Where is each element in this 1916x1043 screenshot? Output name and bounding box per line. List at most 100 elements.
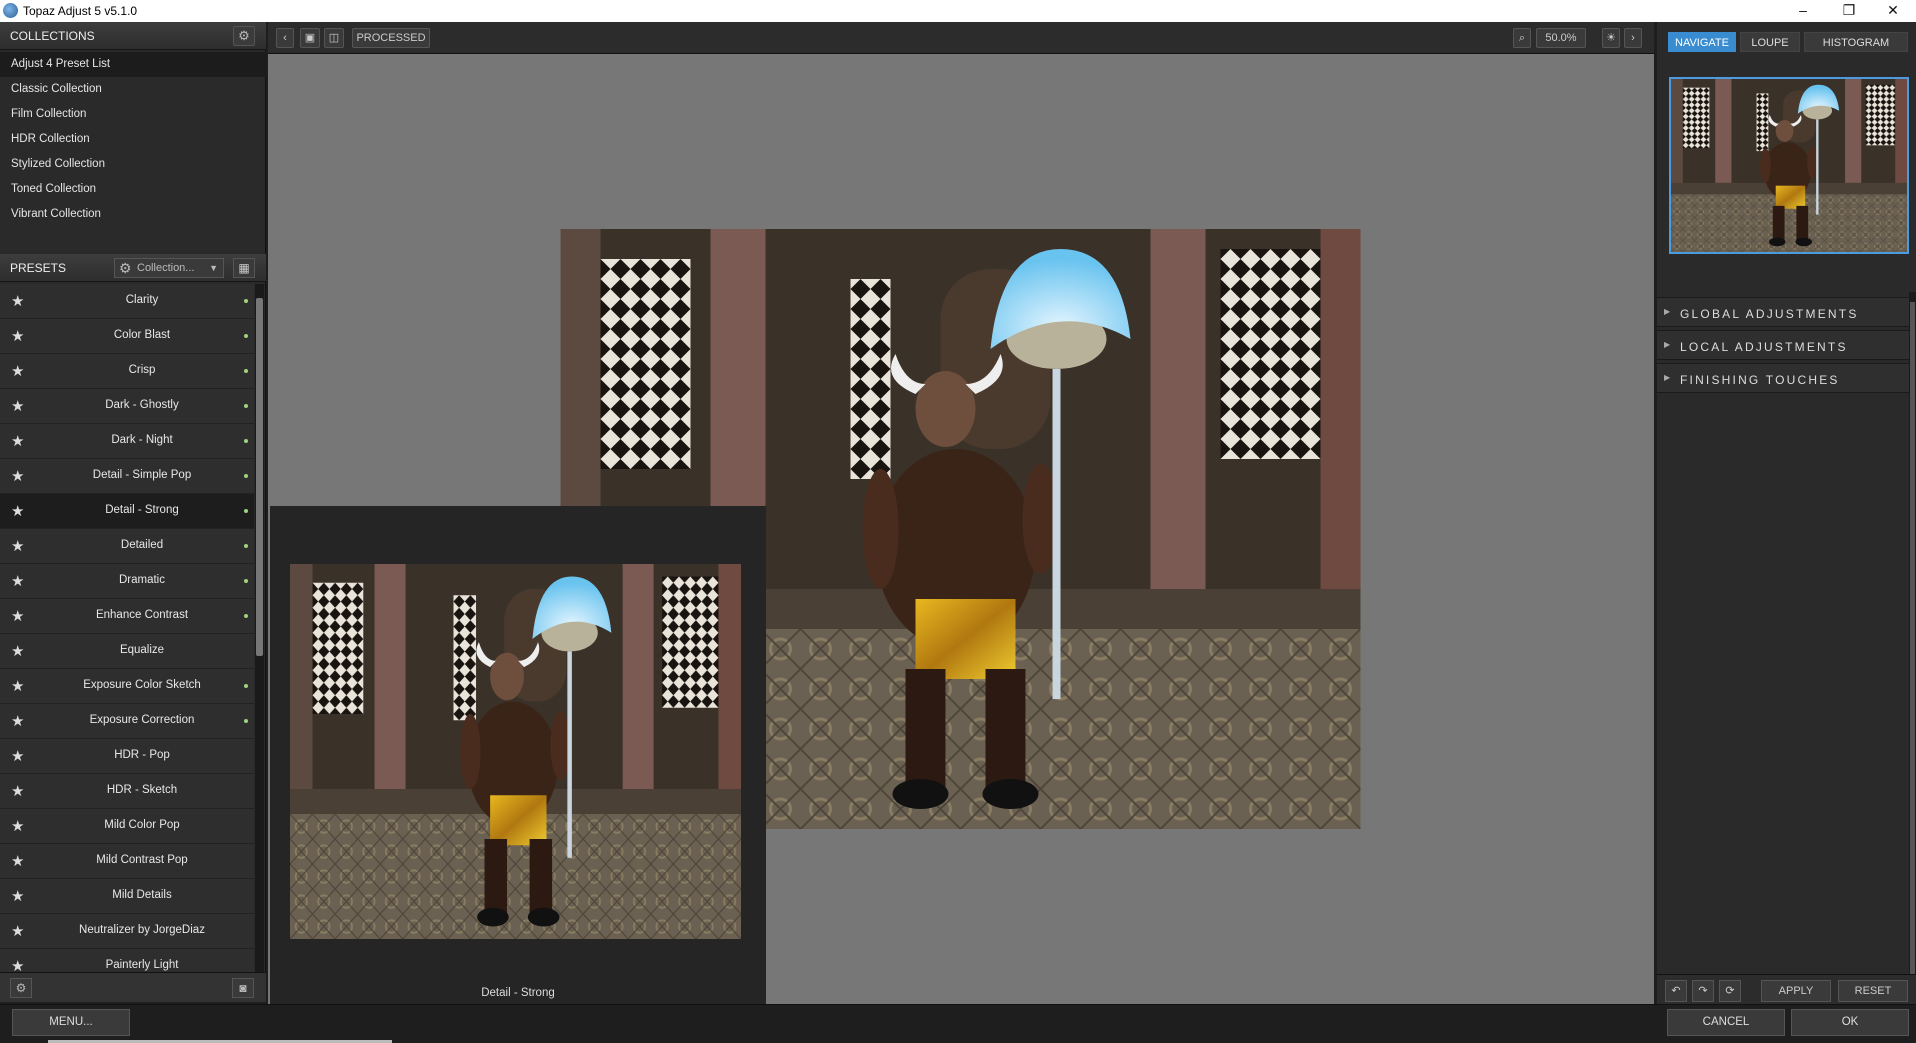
preset-item[interactable]: ★ Dark - Ghostly [0,389,254,424]
preset-item[interactable]: ★ Detail - Strong [0,494,254,529]
preset-item[interactable]: ★ Neutralizer by JorgeDiaz [0,914,254,949]
preset-item[interactable]: ★ HDR - Sketch [0,774,254,809]
preset-label: Exposure Color Sketch [83,679,201,691]
collapse-right-button[interactable]: › [1624,28,1642,48]
star-icon[interactable]: ★ [11,922,24,940]
section-finishing-touches[interactable]: ▶ FINISHING TOUCHES [1657,363,1909,393]
collections-settings-button[interactable]: ⚙ [233,26,255,46]
presets-title: PRESETS [10,261,67,275]
status-dot [244,404,248,408]
restore-button[interactable]: ❐ [1826,0,1872,22]
status-dot [244,544,248,548]
preset-item[interactable]: ★ Enhance Contrast [0,599,254,634]
star-icon[interactable]: ★ [11,817,24,835]
minimize-button[interactable]: – [1780,0,1826,22]
redo-button[interactable]: ↷ [1692,980,1714,1002]
preset-label: Mild Color Pop [104,819,180,831]
star-icon[interactable]: ★ [11,397,24,415]
preset-item[interactable]: ★ Clarity [0,284,254,319]
preset-label: Detail - Strong [105,504,179,516]
star-icon[interactable]: ★ [11,572,24,590]
scrollbar-thumb[interactable] [1910,302,1915,974]
undo-button[interactable]: ↶ [1665,980,1687,1002]
preset-item[interactable]: ★ Mild Contrast Pop [0,844,254,879]
collection-item-stylized[interactable]: Stylized Collection [0,152,266,177]
navigator-thumbnail[interactable] [1669,77,1909,254]
left-panel: COLLECTIONS ⚙ Adjust 4 Preset List Class… [0,22,266,1002]
cancel-button[interactable]: CANCEL [1667,1009,1785,1036]
collection-item-hdr[interactable]: HDR Collection [0,127,266,152]
status-dot [244,474,248,478]
preset-item[interactable]: ★ Exposure Color Sketch [0,669,254,704]
snapshot-button[interactable]: ◙ [232,978,254,998]
collection-item-toned[interactable]: Toned Collection [0,177,266,202]
tab-loupe[interactable]: LOUPE [1740,32,1800,52]
preset-scrollbar[interactable] [255,284,264,990]
single-view-button[interactable]: ▣ [300,28,320,48]
preset-item[interactable]: ★ Color Blast [0,319,254,354]
star-icon[interactable]: ★ [11,887,24,905]
collapse-left-button[interactable]: ‹ [276,28,294,48]
search-icon: ⌕ [1518,32,1526,44]
processed-toggle[interactable]: PROCESSED [352,28,430,48]
collections-header: COLLECTIONS ⚙ [0,22,266,50]
triangle-right-icon: ▶ [1664,340,1671,349]
zoom-level[interactable]: 50.0% [1536,28,1586,48]
title-bar: Topaz Adjust 5 v5.1.0 – ❐ ✕ [0,0,1916,22]
preset-item[interactable]: ★ Detailed [0,529,254,564]
gear-icon: ⚙ [119,260,132,276]
star-icon[interactable]: ★ [11,677,24,695]
star-icon[interactable]: ★ [11,607,24,625]
tab-histogram[interactable]: HISTOGRAM [1804,32,1908,52]
star-icon[interactable]: ★ [11,852,24,870]
preset-item[interactable]: ★ HDR - Pop [0,739,254,774]
close-button[interactable]: ✕ [1870,0,1916,22]
collection-item-classic[interactable]: Classic Collection [0,77,266,102]
history-button[interactable]: ⟳ [1719,980,1741,1002]
collection-item-vibrant[interactable]: Vibrant Collection [0,202,266,227]
preset-preview-panel: Detail - Strong [270,506,766,1004]
collection-dropdown[interactable]: ⚙ Collection... ▼ [114,258,224,278]
star-icon[interactable]: ★ [11,432,24,450]
preset-item[interactable]: ★ Detail - Simple Pop [0,459,254,494]
star-icon[interactable]: ★ [11,642,24,660]
redo-icon: ↷ [1698,985,1708,997]
grid-view-button[interactable]: ▦ [233,258,255,278]
star-icon[interactable]: ★ [11,747,24,765]
star-icon[interactable]: ★ [11,502,24,520]
preset-preview-image [290,564,741,939]
preset-item[interactable]: ★ Exposure Correction [0,704,254,739]
bulb-button[interactable]: ☀ [1602,28,1620,48]
section-label: GLOBAL ADJUSTMENTS [1680,307,1859,321]
menu-button[interactable]: MENU... [12,1009,130,1036]
collection-item-adjust4[interactable]: Adjust 4 Preset List [0,52,266,77]
zoom-button[interactable]: ⌕ [1513,28,1531,48]
section-global-adjustments[interactable]: ▶ GLOBAL ADJUSTMENTS [1657,297,1909,327]
star-icon[interactable]: ★ [11,782,24,800]
preset-list: ★ Clarity ★ Color Blast ★ Crisp ★ Dark - Ghostl… [0,284,254,990]
preset-item[interactable]: ★ Crisp [0,354,254,389]
reset-button[interactable]: RESET [1838,980,1908,1002]
preset-item[interactable]: ★ Mild Details [0,879,254,914]
right-scrollbar[interactable] [1909,292,1916,992]
star-icon[interactable]: ★ [11,362,24,380]
apply-button[interactable]: APPLY [1761,980,1831,1002]
settings-button[interactable]: ⚙ [10,978,32,998]
collection-item-film[interactable]: Film Collection [0,102,266,127]
split-view-button[interactable]: ◫ [324,28,344,48]
preset-item[interactable]: ★ Dark - Night [0,424,254,459]
star-icon[interactable]: ★ [11,292,24,310]
navigator-image [1671,79,1907,252]
preset-item[interactable]: ★ Mild Color Pop [0,809,254,844]
star-icon[interactable]: ★ [11,537,24,555]
scrollbar-thumb[interactable] [256,298,263,656]
preset-item[interactable]: ★ Dramatic [0,564,254,599]
ok-button[interactable]: OK [1791,1009,1909,1036]
preset-item[interactable]: ★ Equalize [0,634,254,669]
history-icon: ⟳ [1725,985,1735,997]
tab-navigate[interactable]: NAVIGATE [1668,32,1736,52]
section-local-adjustments[interactable]: ▶ LOCAL ADJUSTMENTS [1657,330,1909,360]
star-icon[interactable]: ★ [11,712,24,730]
star-icon[interactable]: ★ [11,467,24,485]
star-icon[interactable]: ★ [11,327,24,345]
